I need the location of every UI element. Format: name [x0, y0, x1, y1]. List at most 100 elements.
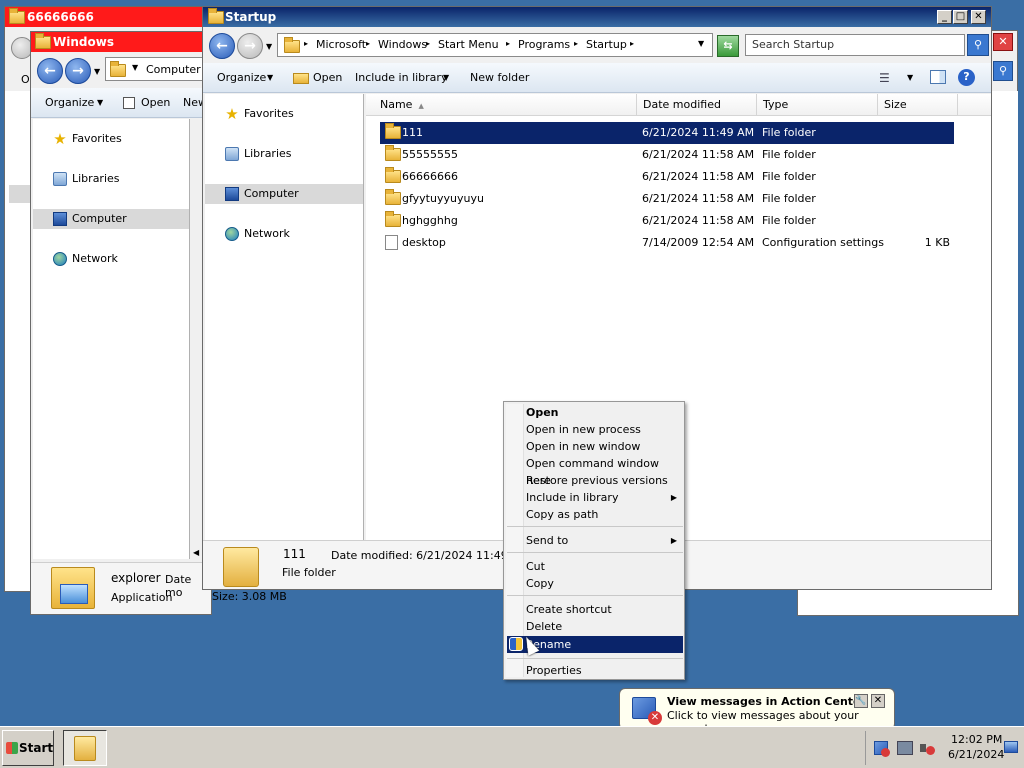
taskbar-explorer-button[interactable]	[63, 730, 107, 766]
error-badge-icon: ✕	[648, 711, 662, 725]
menu-item-copy-as-path[interactable]: Copy as path	[507, 506, 683, 523]
nav-favorites[interactable]: ★ Favorites	[205, 104, 363, 124]
view-options-icon[interactable]: ☰	[879, 71, 890, 85]
nav-network[interactable]: Network	[33, 249, 189, 269]
window-windows[interactable]: Windows ← → ▼ ▼ Computer Organize ▼ Open…	[30, 31, 213, 615]
menu-item-restore-previous-versions[interactable]: Restore previous versions	[507, 472, 683, 489]
menu-item-include-in-library[interactable]: Include in library ▶	[507, 489, 683, 506]
close-icon[interactable]: ✕	[871, 694, 885, 708]
file-row[interactable]: desktop 7/14/2009 12:54 AM Configuration…	[380, 232, 954, 254]
folder-icon	[208, 8, 224, 24]
settings-file-icon	[385, 235, 398, 250]
navigation-pane: ★ Favorites Libraries Computer Network	[33, 119, 190, 559]
column-name[interactable]: Name ▲	[366, 94, 637, 116]
nav-libraries[interactable]: Libraries	[33, 169, 189, 189]
file-type: File folder	[762, 214, 816, 227]
back-button[interactable]: ←	[209, 33, 235, 59]
crumb-windows[interactable]: Windows	[378, 38, 427, 51]
minimize-button[interactable]: _	[937, 10, 952, 24]
nav-network[interactable]: Network	[205, 224, 363, 244]
column-date-modified[interactable]: Date modified	[637, 94, 757, 116]
dropdown-icon[interactable]: ▼	[907, 73, 913, 82]
back-button[interactable]: ←	[37, 58, 63, 84]
refresh-icon[interactable]: ⇆	[717, 35, 739, 57]
new-folder-button[interactable]: New folder	[470, 71, 529, 84]
open-button[interactable]: Open	[313, 71, 342, 84]
start-button[interactable]: Start	[2, 730, 54, 766]
maximize-button[interactable]: □	[953, 10, 968, 24]
file-date: 7/14/2009 12:54 AM	[642, 236, 755, 249]
show-desktop-button[interactable]	[1004, 741, 1018, 753]
file-row[interactable]: 111 6/21/2024 11:49 AM File folder	[380, 122, 954, 144]
crumb-sep-icon: ▸	[426, 39, 431, 48]
organize-button[interactable]: Organize	[217, 71, 266, 84]
address-dropdown-icon[interactable]: ▼	[698, 39, 704, 48]
crumb-programs[interactable]: Programs	[518, 38, 570, 51]
include-in-library-button[interactable]: Include in library	[355, 71, 447, 84]
crumb-startup[interactable]: Startup	[586, 38, 627, 51]
menu-separator	[507, 658, 683, 659]
start-label: Start	[19, 741, 54, 755]
search-icon[interactable]: ⚲	[993, 61, 1013, 81]
help-icon[interactable]: ?	[958, 69, 975, 86]
preview-pane-icon[interactable]	[930, 70, 946, 84]
history-dropdown-icon[interactable]: ▼	[266, 42, 272, 51]
menu-item-properties[interactable]: Properties	[507, 662, 683, 679]
nav-libraries[interactable]: Libraries	[205, 144, 363, 164]
open-button[interactable]: Open	[141, 96, 170, 109]
nav-computer[interactable]: Computer	[33, 209, 189, 229]
history-dropdown-icon[interactable]: ▼	[94, 67, 100, 76]
window-title: 66666666	[27, 10, 94, 24]
nav-favorites[interactable]: ★ Favorites	[33, 129, 189, 149]
column-size[interactable]: Size	[878, 94, 958, 116]
windows-details-size: Size: 3.08 MB	[212, 590, 287, 603]
title-bar[interactable]: Startup _ □ ✕	[203, 7, 991, 27]
network-tray-icon[interactable]	[897, 741, 913, 755]
menu-item-create-shortcut[interactable]: Create shortcut	[507, 601, 683, 618]
crumb-start-menu[interactable]: Start Menu	[438, 38, 499, 51]
organize-button[interactable]: Organize	[45, 96, 94, 109]
clock-time[interactable]: 12:02 PM	[951, 733, 1002, 746]
title-bar[interactable]: 66666666	[5, 7, 203, 27]
column-type[interactable]: Type	[757, 94, 878, 116]
action-center-tray-icon[interactable]	[874, 741, 890, 757]
settings-icon[interactable]: 🔧	[854, 694, 868, 708]
file-date: 6/21/2024 11:58 AM	[642, 170, 755, 183]
file-row[interactable]: 66666666 6/21/2024 11:58 AM File folder	[380, 166, 954, 188]
menu-item-delete[interactable]: Delete	[507, 618, 683, 635]
close-button-red[interactable]: ✕	[993, 33, 1013, 51]
address-bar[interactable]: ▸ Microsoft ▸ Windows ▸ Start Menu ▸ Pro…	[277, 33, 713, 57]
crumb-sep-icon: ▸	[506, 39, 511, 48]
details-pane: explorer Date mo Application	[31, 562, 211, 614]
search-icon[interactable]: ⚲	[967, 34, 989, 56]
file-row[interactable]: 55555555 6/21/2024 11:58 AM File folder	[380, 144, 954, 166]
search-input[interactable]: Search Startup	[745, 34, 965, 56]
menu-item-open-new-window[interactable]: Open in new window	[507, 438, 683, 455]
large-folder-icon	[223, 547, 259, 587]
file-type: Configuration settings	[762, 236, 884, 249]
clock-date[interactable]: 6/21/2024	[948, 748, 1004, 761]
menu-item-open-command-window[interactable]: Open command window here	[507, 455, 683, 487]
explorer-app-icon	[51, 567, 95, 609]
address-bar[interactable]: ▼ Computer	[105, 57, 213, 81]
menu-item-open[interactable]: Open	[507, 404, 683, 421]
crumb-sep-icon: ▸	[366, 39, 371, 48]
menu-item-copy[interactable]: Copy	[507, 575, 683, 592]
organize-button-partial[interactable]: O	[21, 73, 30, 86]
close-button[interactable]: ✕	[971, 10, 986, 24]
forward-button[interactable]: →	[237, 33, 263, 59]
file-name: 55555555	[402, 148, 458, 161]
scroll-left-icon[interactable]: ◀	[193, 548, 199, 557]
nav-computer[interactable]: Computer	[205, 184, 363, 204]
file-row[interactable]: hghgghhg 6/21/2024 11:58 AM File folder	[380, 210, 954, 232]
title-bar[interactable]: Windows	[31, 32, 211, 52]
menu-item-cut[interactable]: Cut	[507, 558, 683, 575]
windows-logo-icon	[6, 742, 18, 754]
action-center-notification[interactable]: ✕ View messages in Action Center Click t…	[619, 688, 895, 735]
volume-tray-icon[interactable]	[920, 741, 935, 755]
forward-button[interactable]: →	[65, 58, 91, 84]
crumb-microsoft[interactable]: Microsoft	[316, 38, 366, 51]
file-row[interactable]: gfyytuyyuyuyu 6/21/2024 11:58 AM File fo…	[380, 188, 954, 210]
menu-item-send-to[interactable]: Send to ▶	[507, 532, 683, 549]
menu-item-open-new-process[interactable]: Open in new process	[507, 421, 683, 438]
